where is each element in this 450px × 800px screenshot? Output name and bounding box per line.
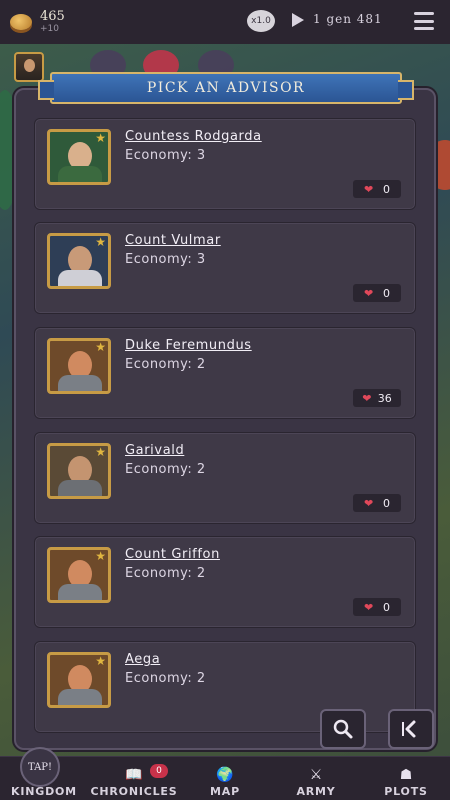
portrait-body [58,584,102,600]
coin-icon [10,14,32,30]
advisor-name[interactable]: Count Griffon [125,547,220,562]
advisor-economy: Economy: 3 [125,252,206,267]
advisor-portrait: ★ [47,233,111,289]
game-date: 1 gen 481 [313,12,383,26]
advisor-card[interactable]: ★ Countess Rodgarda Economy: 3 ❤ 0 [34,118,416,210]
likes-box: ❤ 0 [353,494,401,512]
swords-icon: ⚔ [309,767,323,783]
advisor-name[interactable]: Duke Feremundus [125,338,252,353]
heart-icon: ❤ [362,391,372,405]
likes-box: ❤ 36 [353,389,401,407]
advisor-portrait: ★ [47,338,111,394]
back-icon [402,720,416,738]
gold-income: +10 [40,24,59,34]
star-icon: ★ [95,549,106,563]
heart-icon: ❤ [363,496,374,510]
play-icon[interactable] [292,13,304,27]
gold-display: 465 +10 [40,10,65,34]
menu-icon[interactable] [414,12,434,30]
search-button[interactable] [320,709,366,749]
nav-label: PLOTS [384,785,428,798]
search-icon [333,719,353,739]
star-icon: ★ [95,131,106,145]
star-icon: ★ [95,654,106,668]
likes-count: 0 [383,600,391,614]
likes-box: ❤ 0 [353,598,401,616]
advisor-card[interactable]: ★ Count Vulmar Economy: 3 ❤ 0 [34,222,416,314]
advisor-name[interactable]: Garivald [125,443,184,458]
nav-label: MAP [210,785,240,798]
nav-plots[interactable]: ☗ PLOTS [378,757,434,800]
advisor-card[interactable]: ★ Count Griffon Economy: 2 ❤ 0 [34,536,416,628]
nav-army[interactable]: ⚔ ARMY [288,757,344,800]
advisor-name[interactable]: Aega [125,652,160,667]
portrait-body [58,480,102,496]
panel-title-banner: PICK AN ADVISOR [38,72,414,104]
nav-chronicles[interactable]: 📖 CHRONICLES [88,757,180,800]
speed-button[interactable]: x1.0 [247,10,275,32]
likes-count: 0 [383,182,391,196]
heart-icon: ❤ [363,182,374,196]
heart-icon: ❤ [363,600,374,614]
panel-title: PICK AN ADVISOR [146,80,306,96]
advisor-name[interactable]: Countess Rodgarda [125,129,262,144]
nav-label: CHRONICLES [90,785,178,798]
nav-label: ARMY [296,785,336,798]
advisor-portrait: ★ [47,443,111,499]
advisor-economy: Economy: 2 [125,357,206,372]
likes-box: ❤ 0 [353,180,401,198]
portrait-body [58,166,102,182]
advisor-economy: Economy: 2 [125,566,206,581]
portrait-body [58,689,102,705]
portrait-body [58,375,102,391]
advisor-portrait: ★ [47,547,111,603]
advisor-name[interactable]: Count Vulmar [125,233,221,248]
advisor-portrait: ★ [47,652,111,708]
heart-icon: ❤ [363,286,374,300]
likes-count: 0 [383,496,391,510]
star-icon: ★ [95,445,106,459]
advisor-economy: Economy: 3 [125,148,206,163]
likes-count: 0 [383,286,391,300]
globe-icon: 🌍 [216,767,234,783]
advisor-economy: Economy: 2 [125,462,206,477]
likes-count: 36 [377,391,392,405]
nav-label: KINGDOM [11,785,77,798]
likes-box: ❤ 0 [353,284,401,302]
back-button[interactable] [388,709,434,749]
star-icon: ★ [95,340,106,354]
star-icon: ★ [95,235,106,249]
nav-kingdom[interactable]: KINGDOM [8,757,80,800]
advisor-portrait: ★ [47,129,111,185]
advisor-card[interactable]: ★ Garivald Economy: 2 ❤ 0 [34,432,416,524]
bottom-nav: TAP! KINGDOM 📖 CHRONICLES 0 🌍 MAP ⚔ ARMY… [0,747,450,800]
gold-amount: 465 [40,9,65,24]
hood-icon: ☗ [399,767,413,783]
advisor-economy: Economy: 2 [125,671,206,686]
ruler-avatar[interactable] [14,52,44,82]
advisor-card[interactable]: ★ Duke Feremundus Economy: 2 ❤ 36 [34,327,416,419]
book-icon: 📖 [125,767,143,783]
nav-map[interactable]: 🌍 MAP [200,757,250,800]
portrait-body [58,270,102,286]
chronicles-badge: 0 [150,764,168,778]
